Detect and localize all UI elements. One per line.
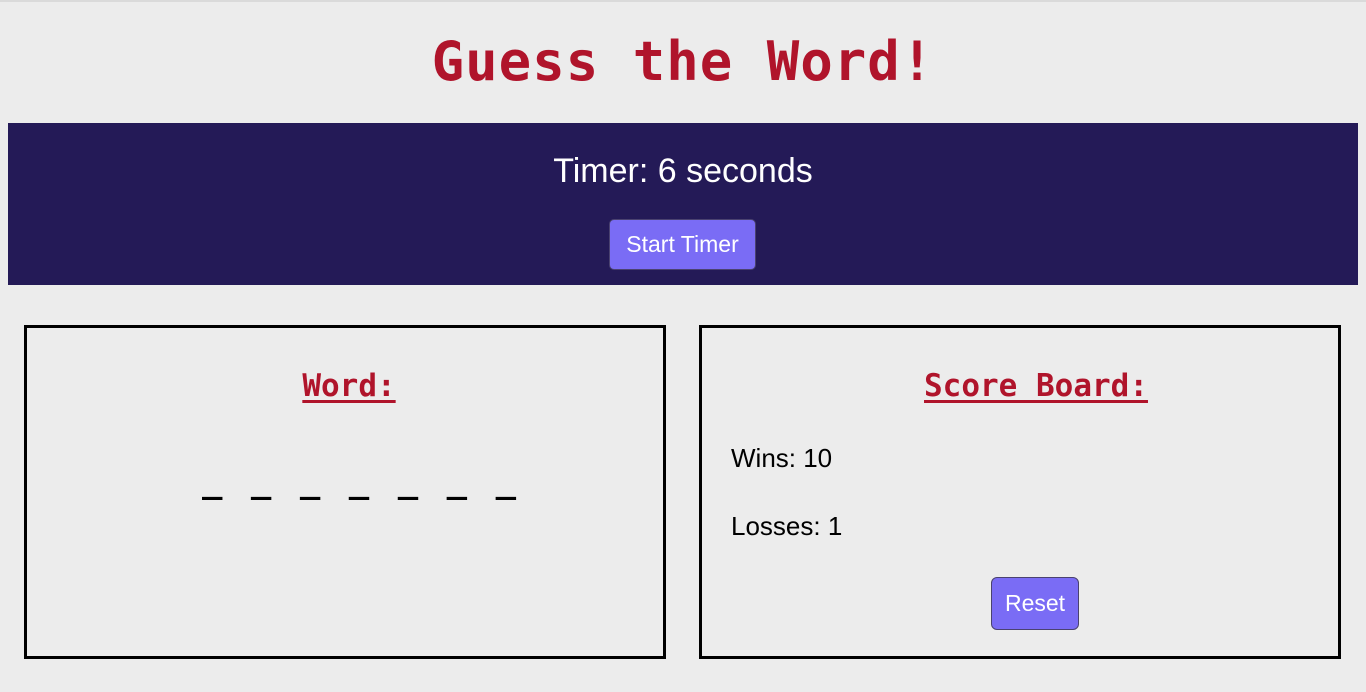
wins-count: Wins: 10 — [731, 443, 833, 473]
reset-button[interactable]: Reset — [991, 577, 1079, 630]
score-board-panel: Score Board: Wins: 10 Losses: 1 Reset — [699, 325, 1341, 659]
score-board-heading: Score Board: — [924, 368, 1148, 404]
start-timer-button[interactable]: Start Timer — [609, 219, 756, 270]
word-panel: Word: _ _ _ _ _ _ _ — [24, 325, 666, 659]
word-blanks: _ _ _ _ _ _ _ — [201, 461, 521, 501]
word-heading: Word: — [302, 368, 396, 404]
losses-count: Losses: 1 — [731, 511, 843, 541]
page-title: Guess the Word! — [431, 30, 935, 93]
top-divider — [0, 0, 1366, 2]
timer-display: Timer: 6 seconds — [553, 152, 813, 190]
